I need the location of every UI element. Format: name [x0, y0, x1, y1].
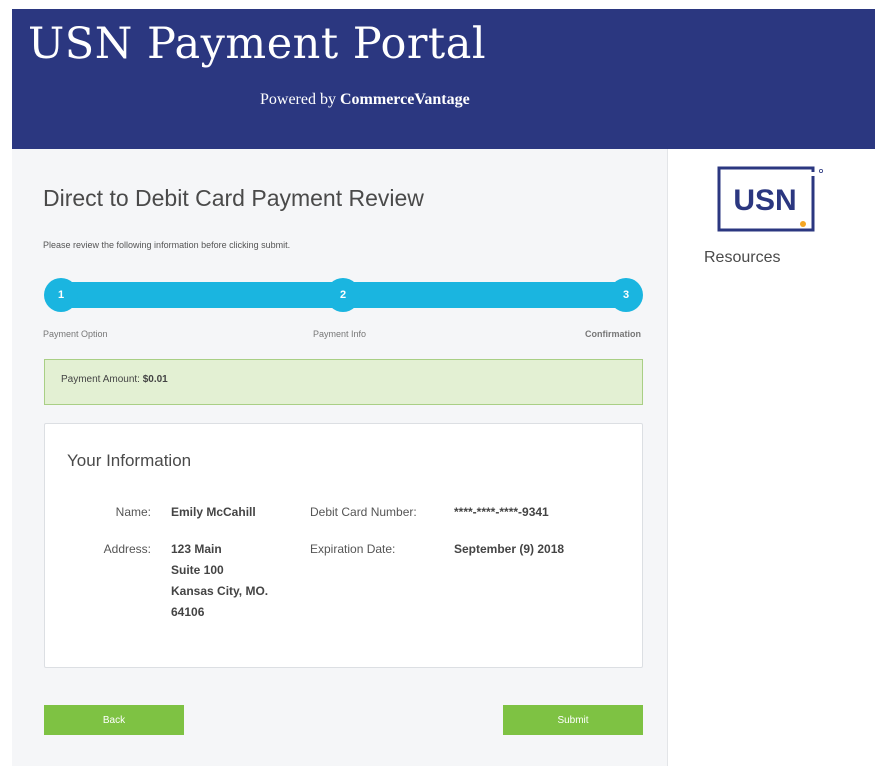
- info-card-title: Your Information: [67, 451, 192, 470]
- right-sidebar: USN Resources: [669, 149, 875, 766]
- page: USN Payment Portal Powered by CommerceVa…: [0, 0, 875, 766]
- logo-accent-dot: [800, 221, 806, 227]
- address-label: Address:: [103, 542, 151, 556]
- back-button[interactable]: Back: [44, 705, 184, 735]
- usn-logo[interactable]: USN: [717, 166, 829, 232]
- powered-by-brand: CommerceVantage: [339, 91, 470, 108]
- expiration-label: Expiration Date:: [310, 542, 396, 556]
- powered-by: Powered by CommerceVantage: [260, 91, 470, 109]
- page-title: Direct to Debit Card Payment Review: [43, 185, 424, 211]
- portal-header: USN Payment Portal Powered by CommerceVa…: [12, 9, 875, 149]
- your-information-card: Your Information Name: Emily McCahill Ad…: [44, 423, 643, 668]
- powered-by-prefix: Powered by: [260, 91, 336, 108]
- card-number-label: Debit Card Number:: [310, 505, 417, 519]
- payment-amount-box: Payment Amount: $0.01: [44, 359, 643, 405]
- expiration-value: September (9) 2018: [454, 542, 565, 556]
- name-value: Emily McCahill: [171, 505, 256, 519]
- resources-link[interactable]: Resources: [704, 249, 780, 267]
- logo-registered-mark: [819, 169, 824, 174]
- main-panel: Direct to Debit Card Payment Review Plea…: [12, 149, 668, 766]
- address-line-2: Suite 100: [171, 563, 224, 577]
- card-number-value: ****-****-****-9341: [454, 505, 549, 519]
- step-1-circle: 1: [44, 278, 78, 312]
- address-line-4: 64106: [171, 605, 205, 619]
- address-line-1: 123 Main: [171, 542, 222, 556]
- submit-button[interactable]: Submit: [503, 705, 643, 735]
- address-line-3: Kansas City, MO.: [171, 584, 269, 598]
- payment-amount-value: $0.01: [142, 374, 168, 385]
- intro-text: Please review the following information …: [43, 240, 291, 250]
- step-1-label: Payment Option: [43, 329, 108, 339]
- logo-text: USN: [733, 184, 796, 217]
- step-3-circle: 3: [609, 278, 643, 312]
- payment-amount-label: Payment Amount:: [61, 374, 140, 385]
- portal-title: USN Payment Portal: [28, 19, 487, 69]
- step-2-circle: 2: [326, 278, 360, 312]
- name-label: Name:: [115, 505, 151, 519]
- step-3-label: Confirmation: [585, 329, 641, 339]
- step-2-label: Payment Info: [313, 329, 367, 339]
